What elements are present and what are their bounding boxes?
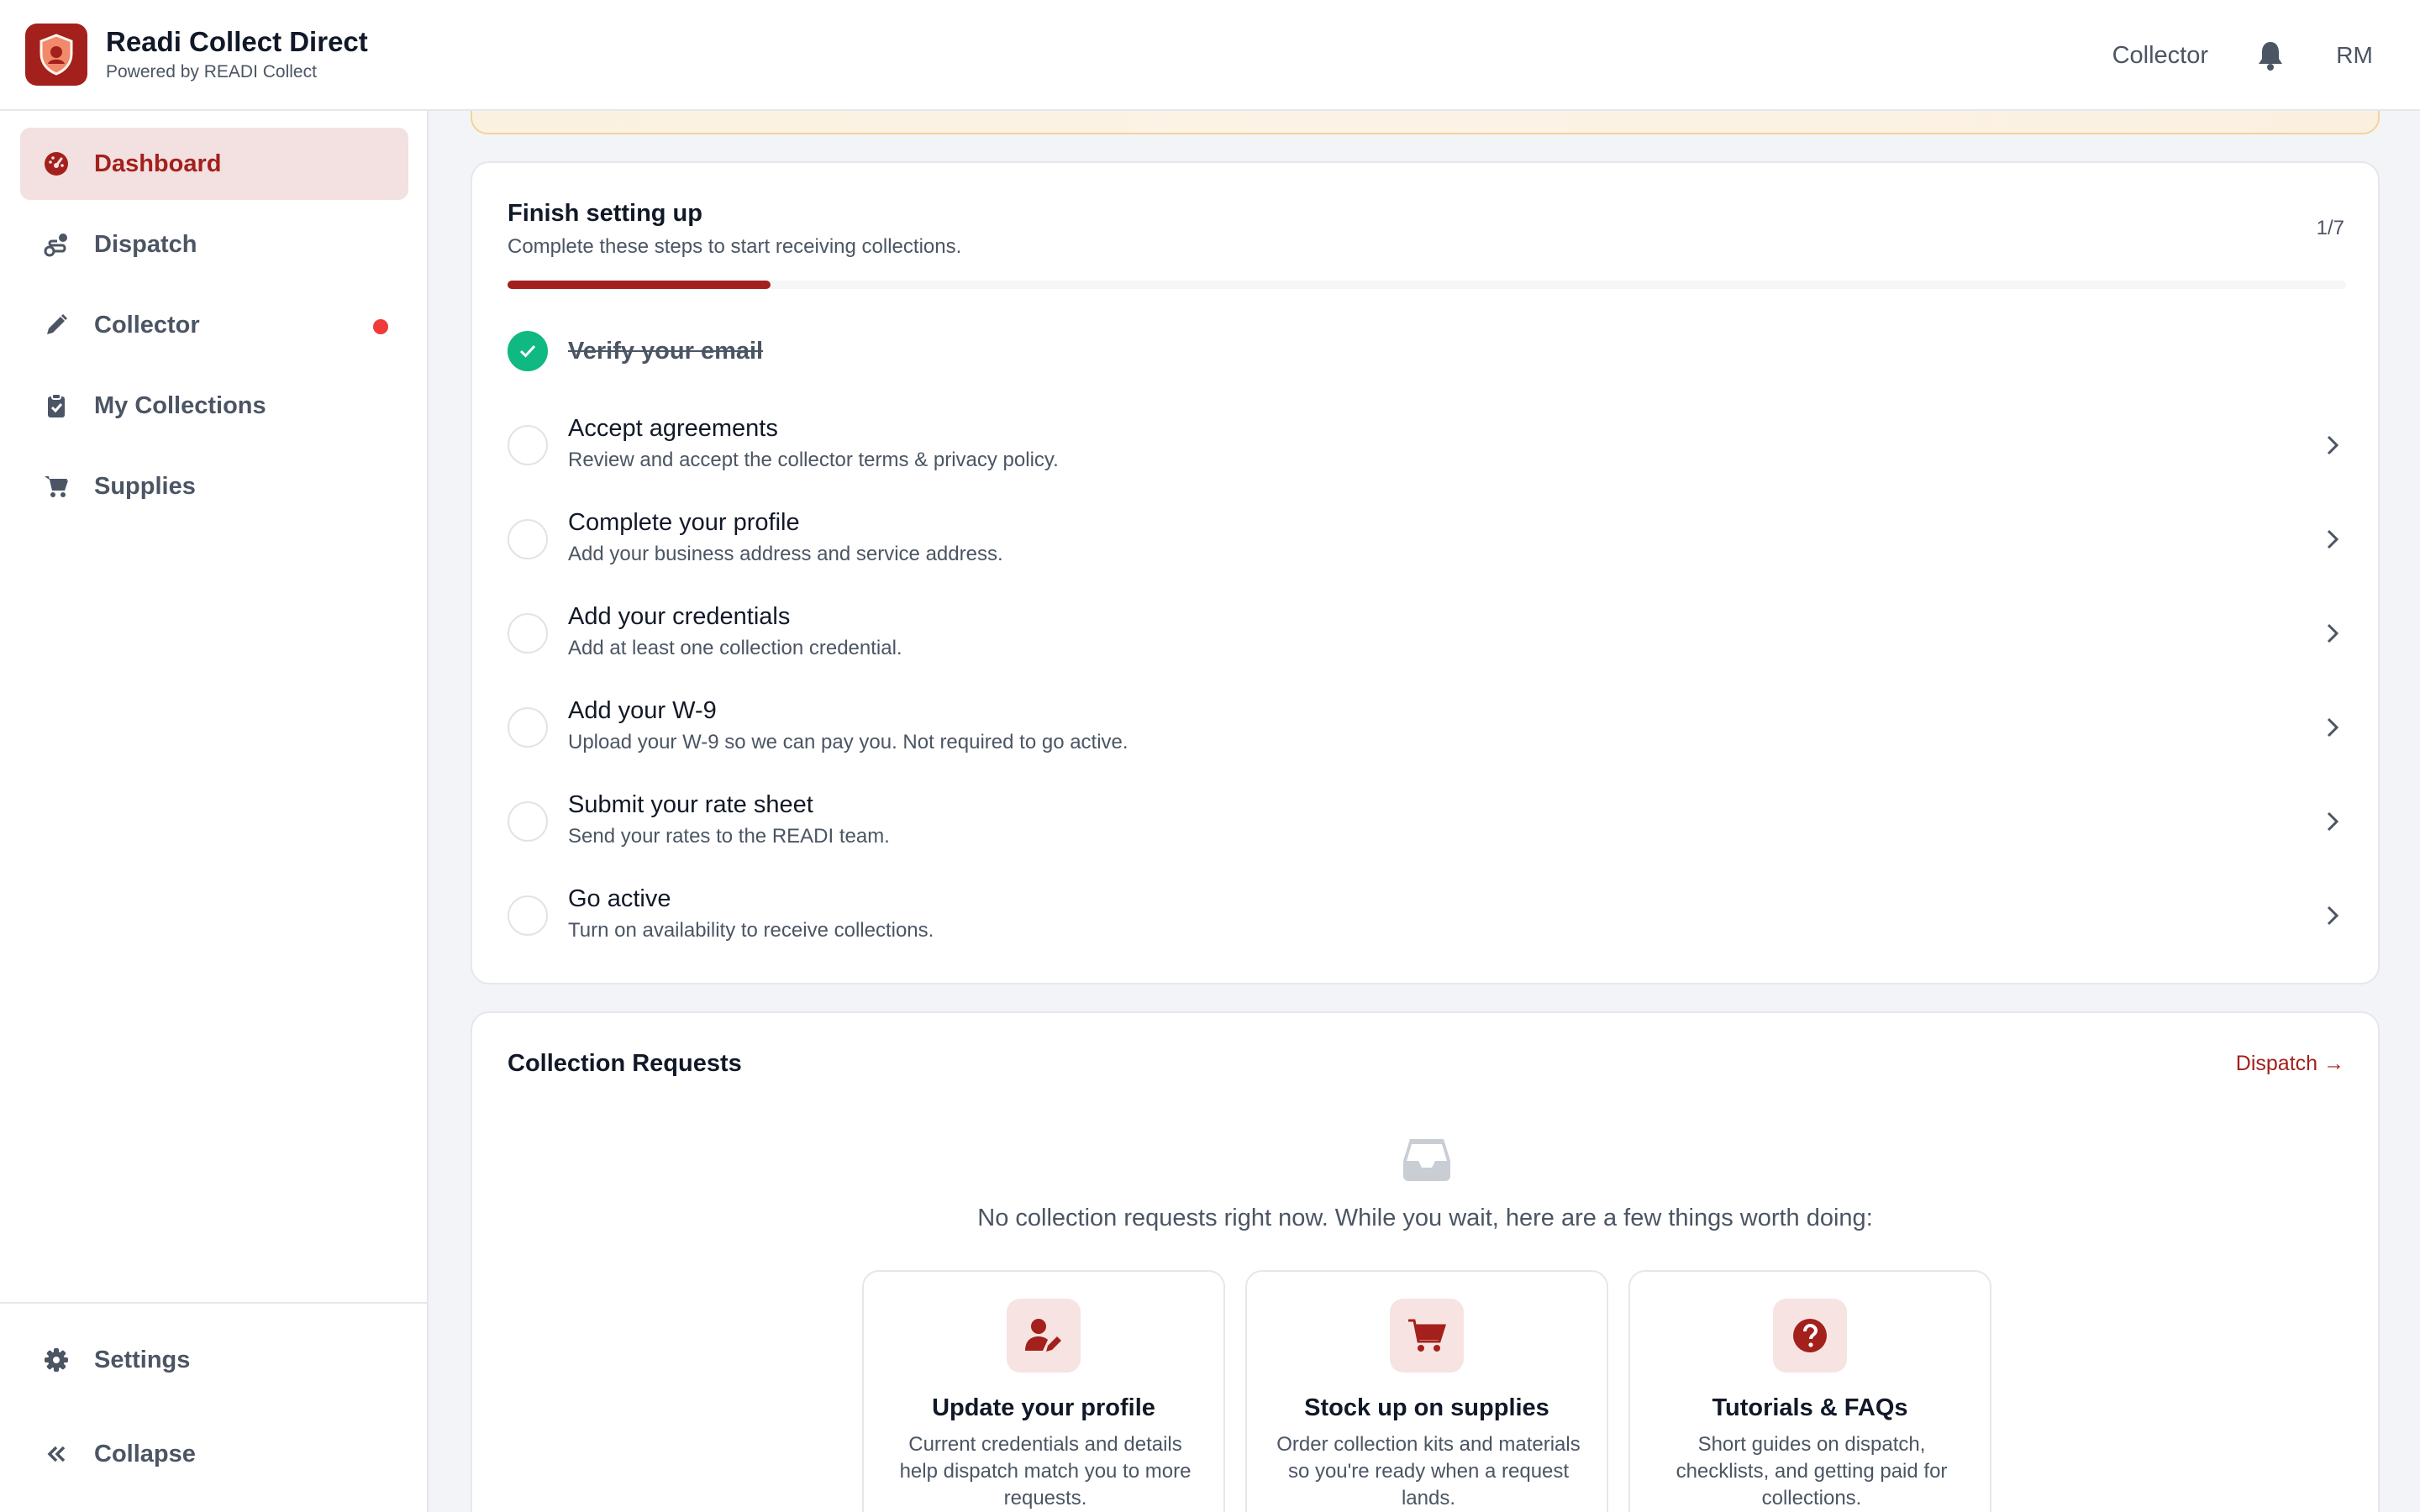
- tip-card-stock-supplies[interactable]: Stock up on supplies Order collection ki…: [1245, 1270, 1608, 1512]
- notification-dot: [373, 319, 388, 334]
- sidebar-item-collector[interactable]: Collector: [20, 289, 408, 361]
- cart-icon: [42, 472, 71, 501]
- tip-text: Current credentials and details help dis…: [899, 1433, 1192, 1509]
- sidebar-item-label: Collector: [94, 311, 200, 339]
- step-description: Turn on availability to receive collecti…: [568, 919, 934, 942]
- chevron-right-icon: [2319, 620, 2346, 647]
- app-title: Readi Collect Direct: [106, 26, 368, 57]
- collection-requests-card: Collection Requests Dispatch → No collec…: [471, 1011, 2380, 1512]
- empty-state-message: No collection requests right now. While …: [977, 1205, 1873, 1231]
- avatar[interactable]: RM: [2328, 29, 2381, 82]
- step-title: Submit your rate sheet: [568, 791, 813, 818]
- brand[interactable]: Readi Collect Direct Powered by READI Co…: [25, 24, 368, 86]
- question-circle-icon: [1773, 1299, 1847, 1373]
- step-title: Accept agreements: [568, 415, 778, 442]
- setup-title: Finish setting up: [508, 200, 702, 227]
- step-description: Upload your W-9 so we can pay you. Not r…: [568, 731, 1128, 753]
- sidebar-item-label: Settings: [94, 1346, 191, 1373]
- tip-card-tutorials[interactable]: Tutorials & FAQs Short guides on dispatc…: [1628, 1270, 1991, 1512]
- chevron-right-icon: [2319, 526, 2346, 553]
- step-title: Add your W-9: [568, 697, 717, 724]
- chevron-right-icon: [2319, 808, 2346, 835]
- empty-circle-icon: [508, 707, 548, 748]
- tip-text: Short guides on dispatch, checklists, an…: [1676, 1433, 1948, 1509]
- sidebar-item-settings[interactable]: Settings: [20, 1324, 408, 1396]
- sidebar-item-collapse[interactable]: Collapse: [20, 1418, 408, 1490]
- step-description: Send your rates to the READI team.: [568, 825, 890, 848]
- step-add-credentials[interactable]: Add your credentials Add at least one co…: [508, 591, 2346, 675]
- step-verify-email: Verify your email: [508, 309, 2346, 393]
- step-title: Verify your email: [568, 338, 764, 365]
- sidebar-item-label: Collapse: [94, 1440, 196, 1467]
- double-chevron-left-icon: [42, 1440, 71, 1468]
- step-description: Add your business address and service ad…: [568, 543, 1003, 565]
- dashboard-gauge-icon: [42, 150, 71, 178]
- tip-card-update-profile[interactable]: Update your profile Current credentials …: [862, 1270, 1225, 1512]
- setup-progress-bar: [508, 281, 2346, 289]
- step-description: Review and accept the collector terms & …: [568, 449, 1059, 471]
- empty-circle-icon: [508, 613, 548, 654]
- requests-title: Collection Requests: [508, 1050, 742, 1077]
- chevron-right-icon: [2319, 902, 2346, 929]
- sidebar-item-label: Dispatch: [94, 230, 197, 258]
- step-description: Add at least one collection credential.: [568, 637, 902, 659]
- step-submit-rate-sheet[interactable]: Submit your rate sheet Send your rates t…: [508, 780, 2346, 864]
- empty-circle-icon: [508, 425, 548, 465]
- user-edit-icon: [1007, 1299, 1081, 1373]
- sidebar: Dashboard Dispatch Collector My Collecti…: [0, 111, 429, 1512]
- sidebar-item-label: Dashboard: [94, 150, 222, 177]
- empty-circle-icon: [508, 801, 548, 842]
- setup-subtitle: Complete these steps to start receiving …: [508, 235, 962, 258]
- shield-logo-icon: [25, 24, 87, 86]
- dispatch-link[interactable]: Dispatch →: [2236, 1052, 2344, 1076]
- chevron-right-icon: [2319, 714, 2346, 741]
- sidebar-divider: [0, 1302, 427, 1304]
- gear-icon: [42, 1346, 71, 1374]
- step-title: Complete your profile: [568, 509, 800, 536]
- tip-title: Tutorials & FAQs: [1712, 1394, 1908, 1421]
- app-subtitle: Powered by READI Collect: [106, 62, 317, 81]
- sidebar-item-my-collections[interactable]: My Collections: [20, 370, 408, 442]
- step-title: Add your credentials: [568, 603, 791, 630]
- top-bar: Readi Collect Direct Powered by READI Co…: [0, 0, 2420, 111]
- sidebar-item-supplies[interactable]: Supplies: [20, 450, 408, 522]
- clipboard-check-icon: [42, 391, 71, 420]
- step-add-w9[interactable]: Add your W-9 Upload your W-9 so we can p…: [508, 685, 2346, 769]
- step-accept-agreements[interactable]: Accept agreements Review and accept the …: [508, 403, 2346, 487]
- setup-progress-fill: [508, 281, 771, 289]
- step-title: Go active: [568, 885, 671, 912]
- tip-text: Order collection kits and materials so y…: [1276, 1433, 1581, 1509]
- sidebar-item-label: My Collections: [94, 391, 266, 419]
- pencil-icon: [42, 311, 71, 339]
- bell-icon[interactable]: [2254, 39, 2287, 72]
- route-icon: [42, 230, 71, 259]
- tip-title: Stock up on supplies: [1304, 1394, 1549, 1421]
- inbox-icon: [1402, 1136, 1452, 1183]
- step-go-active[interactable]: Go active Turn on availability to receiv…: [508, 874, 2346, 958]
- sidebar-item-dispatch[interactable]: Dispatch: [20, 208, 408, 281]
- empty-circle-icon: [508, 519, 548, 559]
- cart-icon: [1390, 1299, 1464, 1373]
- setup-checklist-card: Finish setting up Complete these steps t…: [471, 161, 2380, 984]
- chevron-right-icon: [2319, 432, 2346, 459]
- sidebar-item-dashboard[interactable]: Dashboard: [20, 128, 408, 200]
- empty-circle-icon: [508, 895, 548, 936]
- step-complete-profile[interactable]: Complete your profile Add your business …: [508, 497, 2346, 581]
- setup-progress-count: 1/7: [2316, 217, 2344, 239]
- check-circle-icon: [508, 331, 548, 371]
- tip-title: Update your profile: [932, 1394, 1155, 1421]
- role-switch-link[interactable]: Collector: [2112, 42, 2208, 70]
- sidebar-item-label: Supplies: [94, 472, 196, 500]
